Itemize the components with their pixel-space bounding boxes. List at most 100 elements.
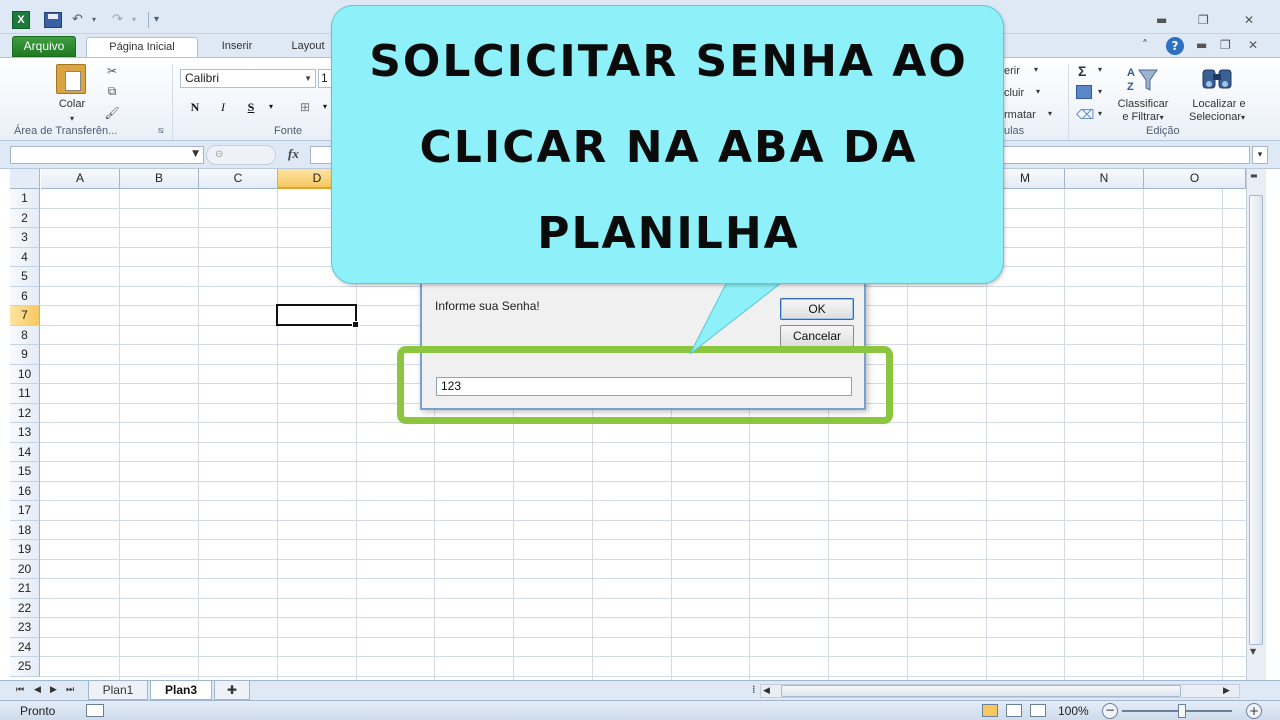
scroll-left-arrow-icon[interactable]: ◀ — [763, 686, 770, 696]
row-header-21[interactable]: 21 — [10, 579, 40, 599]
row-header-1[interactable]: 1 — [10, 189, 40, 209]
insert-dropdown-icon[interactable]: ▾ — [1034, 65, 1038, 74]
close-workbook-icon[interactable]: ✕ — [1248, 38, 1258, 52]
underline-dropdown-icon[interactable]: ▾ — [262, 98, 280, 116]
select-all-corner[interactable] — [10, 169, 40, 189]
tab-home[interactable]: Página Inicial — [86, 37, 198, 58]
fill-icon[interactable] — [1076, 85, 1092, 99]
cut-icon[interactable]: ✂ — [104, 64, 120, 78]
horizontal-scroll-thumb[interactable] — [781, 685, 1181, 697]
delete-dropdown-icon[interactable]: ▾ — [1036, 87, 1040, 96]
find-select-label-1[interactable]: Localizar e — [1184, 98, 1254, 111]
row-header-10[interactable]: 10 — [10, 364, 40, 384]
save-icon[interactable] — [44, 12, 62, 28]
column-header-c[interactable]: C — [199, 169, 278, 189]
copy-icon[interactable]: ⧉ — [104, 84, 120, 98]
tab-split-handle-icon[interactable]: ⁞ — [752, 683, 756, 696]
format-dropdown-icon[interactable]: ▾ — [1048, 109, 1052, 118]
format-cells-button[interactable]: rmatar — [1004, 109, 1036, 121]
insert-cells-button[interactable]: erir — [1004, 65, 1020, 77]
row-header-23[interactable]: 23 — [10, 618, 40, 638]
font-name-box[interactable]: Calibri ▼ — [180, 69, 316, 88]
autosum-dropdown-icon[interactable]: ▾ — [1098, 65, 1102, 74]
redo-icon[interactable]: ↷ — [112, 12, 123, 28]
close-window-icon[interactable]: ✕ — [1244, 13, 1254, 27]
fill-dropdown-icon[interactable]: ▾ — [1098, 87, 1102, 96]
sort-filter-label-1[interactable]: Classificar — [1110, 98, 1176, 111]
excel-logo-icon[interactable]: X — [12, 11, 30, 29]
record-macro-icon[interactable] — [86, 704, 104, 717]
page-break-view-icon[interactable] — [1030, 704, 1046, 717]
row-header-25[interactable]: 25 — [10, 657, 40, 677]
column-header-a[interactable]: A — [41, 169, 120, 189]
clipboard-launcher-icon[interactable]: ⧅ — [158, 125, 164, 136]
vertical-scrollbar[interactable]: ▬ ▼ — [1246, 169, 1266, 680]
last-sheet-arrow-icon[interactable]: ⏭ — [66, 685, 74, 695]
zoom-out-icon[interactable]: − — [1102, 703, 1118, 719]
clear-icon[interactable]: ⌫ — [1076, 107, 1094, 123]
sheet-tab-plan3[interactable]: Plan3 — [150, 681, 212, 700]
borders-icon[interactable]: ⊞ — [296, 98, 314, 116]
underline-button[interactable]: S — [242, 98, 260, 116]
restore-window-icon[interactable]: ❐ — [1198, 13, 1209, 27]
row-header-8[interactable]: 8 — [10, 325, 40, 345]
row-header-13[interactable]: 13 — [10, 423, 40, 443]
format-painter-icon[interactable]: 🖌 — [104, 106, 120, 120]
tab-insert[interactable]: Inserir — [206, 37, 268, 58]
row-header-19[interactable]: 19 — [10, 540, 40, 560]
font-size-box[interactable]: 1 — [318, 69, 332, 88]
split-box-icon[interactable]: ▬ — [1250, 171, 1258, 180]
find-select-label-2[interactable]: Selecionar▾ — [1180, 111, 1254, 124]
tab-file[interactable]: Arquivo — [12, 36, 76, 57]
row-header-3[interactable]: 3 — [10, 228, 40, 248]
row-header-18[interactable]: 18 — [10, 520, 40, 540]
tab-layout[interactable]: Layout — [282, 37, 334, 58]
expand-formula-bar-icon[interactable]: ▾ — [1252, 146, 1268, 164]
zoom-in-icon[interactable]: + — [1246, 703, 1262, 719]
undo-dropdown-icon[interactable]: ▾ — [92, 12, 96, 28]
row-header-11[interactable]: 11 — [10, 384, 40, 404]
row-header-15[interactable]: 15 — [10, 462, 40, 482]
normal-view-icon[interactable] — [982, 704, 998, 717]
next-sheet-arrow-icon[interactable]: ▶ — [50, 685, 57, 695]
undo-icon[interactable]: ↶ — [72, 12, 83, 28]
column-header-b[interactable]: B — [120, 169, 199, 189]
row-header-9[interactable]: 9 — [10, 345, 40, 365]
autosum-icon[interactable]: Σ — [1078, 63, 1086, 79]
paste-icon[interactable] — [56, 64, 86, 94]
zoom-level[interactable]: 100% — [1058, 704, 1089, 718]
clear-dropdown-icon[interactable]: ▾ — [1098, 109, 1102, 118]
scroll-down-arrow-icon[interactable]: ▼ — [1250, 647, 1256, 656]
row-header-14[interactable]: 14 — [10, 442, 40, 462]
minimize-workbook-icon[interactable]: ▬ — [1196, 38, 1207, 52]
sort-filter-icon[interactable]: A Z — [1125, 64, 1159, 94]
minimize-window-icon[interactable]: ▬ — [1156, 13, 1167, 27]
row-header-20[interactable]: 20 — [10, 559, 40, 579]
formula-cancel-icon[interactable]: ⊝ — [206, 145, 276, 165]
delete-cells-button[interactable]: cluir — [1004, 87, 1024, 99]
page-layout-view-icon[interactable] — [1006, 704, 1022, 717]
row-header-7[interactable]: 7 — [10, 306, 40, 326]
scroll-right-arrow-icon[interactable]: ▶ — [1223, 686, 1230, 696]
horizontal-scrollbar[interactable]: ◀ ▶ — [760, 684, 1240, 698]
paste-button-label[interactable]: Colar — [50, 98, 94, 111]
minimize-ribbon-icon[interactable]: ˄ — [1142, 38, 1148, 52]
sort-filter-label-2[interactable]: e Filtrar▾ — [1110, 111, 1176, 124]
row-header-24[interactable]: 24 — [10, 637, 40, 657]
row-header-17[interactable]: 17 — [10, 501, 40, 521]
customize-qat-icon[interactable]: ▾ — [154, 12, 159, 28]
column-header-o[interactable]: O — [1144, 169, 1246, 189]
bold-button[interactable]: N — [186, 98, 204, 116]
paste-dropdown-icon[interactable]: ▾ — [60, 112, 84, 125]
restore-workbook-icon[interactable]: ❐ — [1220, 38, 1231, 52]
row-header-6[interactable]: 6 — [10, 286, 40, 306]
italic-button[interactable]: I — [214, 98, 232, 116]
insert-sheet-icon[interactable]: ✚ — [214, 681, 250, 700]
row-header-12[interactable]: 12 — [10, 403, 40, 423]
help-icon[interactable]: ? — [1166, 37, 1184, 55]
zoom-slider-track[interactable] — [1122, 710, 1232, 712]
zoom-slider-thumb[interactable] — [1178, 704, 1186, 718]
insert-function-button[interactable]: fx — [288, 146, 299, 162]
vertical-scroll-thumb[interactable] — [1249, 195, 1263, 645]
first-sheet-arrow-icon[interactable]: ⏮ — [16, 685, 24, 695]
